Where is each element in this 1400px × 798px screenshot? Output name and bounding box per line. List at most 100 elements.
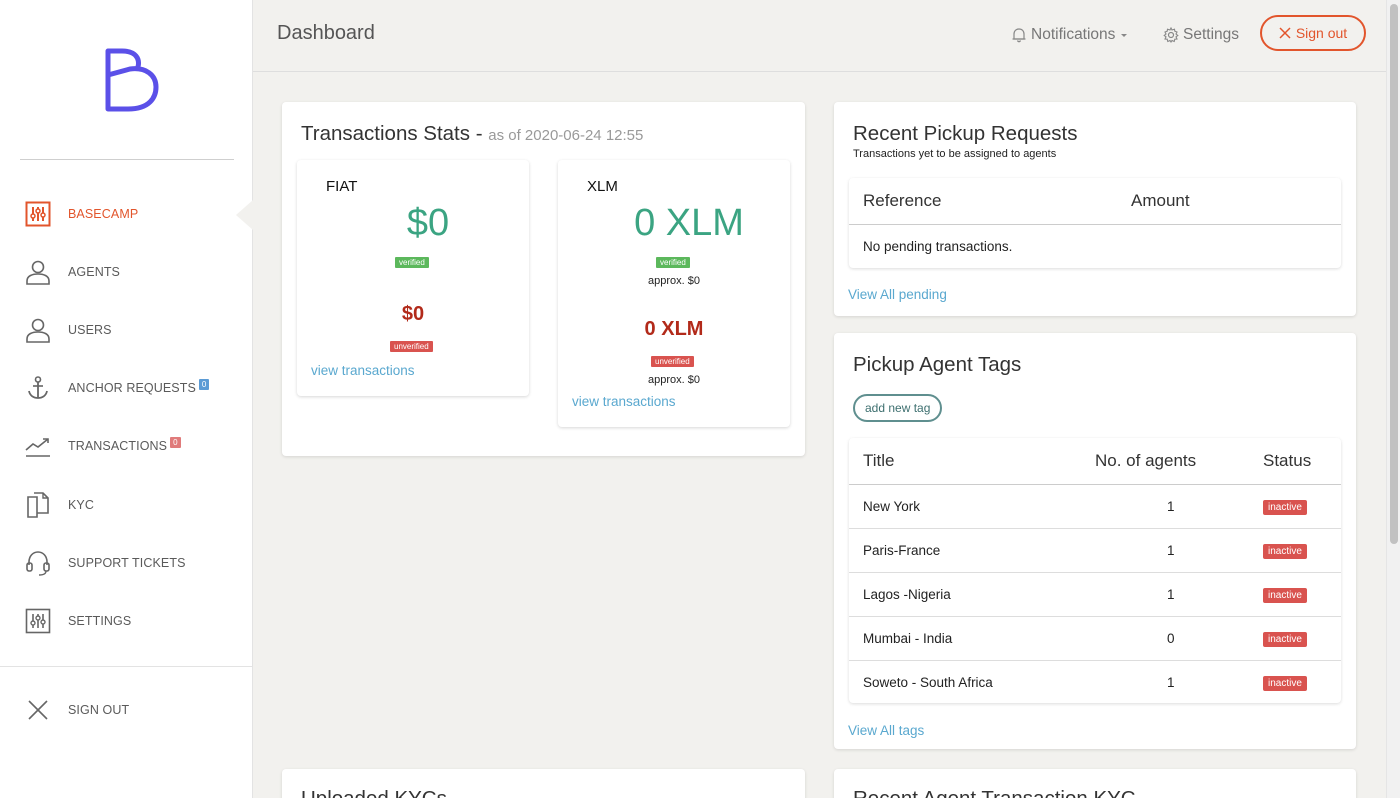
approx-value: approx. $0 [648, 275, 700, 287]
user-icon [24, 258, 52, 286]
table-row: New York 1 inactive [849, 484, 1341, 529]
sidebar-item-support-tickets[interactable]: SUPPORT TICKETS [24, 547, 186, 579]
headset-icon [24, 549, 52, 577]
count-badge: 0 [170, 437, 181, 448]
card-title: Recent Agent Transaction KYC [853, 787, 1136, 798]
status-badge: inactive [1263, 499, 1307, 515]
card-title: Uploaded KYCs [301, 787, 447, 798]
tag-title: Soweto - South Africa [863, 674, 993, 690]
view-transactions-link[interactable]: view transactions [311, 363, 415, 378]
view-transactions-link[interactable]: view transactions [572, 394, 676, 409]
sidebar-divider [0, 666, 253, 667]
sidebar: BASECAMP AGENTS USERS ANCHOR REQUESTS 0 T… [0, 0, 253, 798]
view-all-pending-link[interactable]: View All pending [848, 287, 947, 302]
brand-logo-icon[interactable] [100, 45, 160, 115]
sliders-icon [24, 607, 52, 635]
notifications-label: Notifications [1031, 26, 1116, 43]
approx-value: approx. $0 [648, 374, 700, 386]
table-row: No pending transactions. [849, 224, 1341, 268]
scrollbar-thumb[interactable] [1390, 4, 1398, 544]
tag-title: Paris-France [849, 528, 1081, 573]
column-header: Amount [1117, 178, 1341, 225]
sidebar-item-label: SUPPORT TICKETS [68, 556, 186, 570]
unverified-value: $0 [401, 303, 425, 325]
column-header: Reference [849, 178, 1117, 225]
xlm-stat-box: XLM 0 XLM verified approx. $0 0 XLM unve… [558, 160, 790, 427]
agent-count: 0 [1081, 616, 1249, 661]
anchor-icon [24, 374, 52, 402]
sidebar-item-label: AGENTS [68, 265, 120, 279]
sidebar-item-label: SIGN OUT [68, 703, 130, 717]
table-header-row: Title No. of agents Status [849, 438, 1341, 485]
sidebar-item-label: ANCHOR REQUESTS 0 [68, 379, 210, 395]
close-icon [24, 696, 52, 724]
bell-icon [1012, 28, 1026, 43]
user-icon [24, 316, 52, 344]
column-header: No. of agents [1081, 438, 1249, 485]
page-title: Dashboard [277, 22, 375, 44]
sign-out-label: Sign out [1295, 25, 1348, 41]
tag-title: Lagos -Nigeria [849, 572, 1081, 617]
sidebar-item-label: USERS [68, 323, 112, 337]
sidebar-item-transactions[interactable]: TRANSACTIONS 0 [24, 430, 181, 462]
table-row: Soweto - South Africa 1 inactive [849, 660, 1341, 703]
verified-value: 0 XLM [634, 202, 744, 244]
chevron-down-icon [1121, 34, 1128, 37]
agent-transaction-kyc-card: Recent Agent Transaction KYC [834, 769, 1356, 798]
empty-message: No pending transactions. [863, 238, 1013, 254]
card-subtitle: Transactions yet to be assigned to agent… [853, 148, 1057, 160]
column-header: Title [849, 438, 1081, 485]
unverified-value: 0 XLM [644, 318, 704, 340]
page-scrollbar[interactable] [1386, 0, 1400, 798]
sidebar-item-users[interactable]: USERS [24, 314, 112, 346]
status-badge: inactive [1263, 587, 1307, 603]
sign-out-button[interactable]: Sign out [1260, 15, 1366, 51]
tag-title: Mumbai - India [849, 616, 1081, 661]
view-all-tags-link[interactable]: View All tags [848, 723, 924, 738]
verified-tag: verified [395, 257, 429, 268]
table-row: Paris-France 1 inactive [849, 528, 1341, 573]
trend-icon [24, 432, 52, 460]
status-badge: inactive [1263, 631, 1307, 647]
documents-icon [24, 491, 52, 519]
stat-label: XLM [587, 178, 618, 195]
card-title: Transactions Stats - as of 2020-06-24 12… [301, 122, 644, 145]
sidebar-item-label: KYC [68, 498, 95, 512]
verified-tag: verified [656, 257, 690, 268]
settings-link[interactable]: Settings [1163, 26, 1239, 44]
transactions-stats-card: Transactions Stats - as of 2020-06-24 12… [282, 102, 805, 456]
notifications-dropdown[interactable]: Notifications [1011, 26, 1134, 44]
sidebar-item-agents[interactable]: AGENTS [24, 256, 120, 288]
stat-label: FIAT [326, 178, 358, 195]
card-title: Pickup Agent Tags [853, 353, 1022, 376]
pickup-requests-card: Recent Pickup Requests Transactions yet … [834, 102, 1356, 316]
sliders-icon [24, 200, 52, 228]
sidebar-item-basecamp[interactable]: BASECAMP [24, 198, 138, 230]
count-badge: 0 [198, 379, 210, 390]
agent-tags-card: Pickup Agent Tags add new tag Title No. … [834, 333, 1356, 749]
agent-count: 1 [1081, 528, 1249, 573]
table-row: Lagos -Nigeria 1 inactive [849, 572, 1341, 617]
sidebar-item-kyc[interactable]: KYC [24, 489, 94, 521]
top-bar: Dashboard Notifications Settings Sign ou… [253, 0, 1386, 72]
unverified-tag: unverified [651, 356, 694, 367]
add-new-tag-button[interactable]: add new tag [853, 394, 943, 422]
sidebar-item-settings[interactable]: SETTINGS [24, 605, 131, 637]
fiat-stat-box: FIAT $0 verified $0 unverified view tran… [297, 160, 529, 396]
uploaded-kycs-card: Uploaded KYCs [282, 769, 805, 798]
sidebar-item-label: TRANSACTIONS 0 [68, 437, 181, 453]
status-badge: inactive [1263, 543, 1307, 559]
agent-count: 1 [1081, 484, 1249, 529]
agent-count: 1 [1081, 572, 1249, 617]
agent-count: 1 [1167, 674, 1175, 690]
sidebar-item-anchor-requests[interactable]: ANCHOR REQUESTS 0 [24, 372, 210, 404]
sidebar-item-label: SETTINGS [68, 614, 132, 628]
unverified-tag: unverified [390, 341, 433, 352]
gear-icon [1163, 27, 1179, 43]
settings-label: Settings [1183, 26, 1240, 43]
table-header-row: Reference Amount [849, 178, 1341, 225]
sidebar-signout[interactable]: SIGN OUT [24, 694, 129, 726]
agent-tags-table: Title No. of agents Status New York 1 in… [849, 438, 1341, 703]
verified-value: $0 [406, 202, 450, 244]
table-row: Mumbai - India 0 inactive [849, 616, 1341, 661]
